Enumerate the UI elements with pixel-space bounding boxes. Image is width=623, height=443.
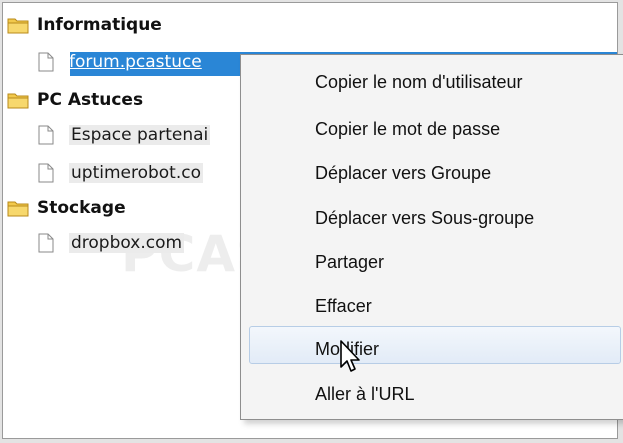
group-label: Informatique bbox=[37, 15, 162, 35]
menu-item-copy-password[interactable]: Copier le mot de passe bbox=[315, 116, 500, 142]
folder-icon bbox=[7, 18, 29, 34]
menu-item-move-to-group[interactable]: Déplacer vers Groupe bbox=[315, 160, 491, 186]
document-icon bbox=[38, 233, 54, 253]
group-pc-astuces[interactable]: PC Astuces bbox=[7, 88, 143, 112]
menu-item-copy-username[interactable]: Copier le nom d'utilisateur bbox=[315, 69, 523, 95]
group-label: Stockage bbox=[37, 198, 126, 218]
menu-hover-highlight bbox=[249, 326, 621, 364]
menu-item-share[interactable]: Partager bbox=[315, 249, 384, 275]
folder-icon bbox=[7, 93, 29, 109]
mouse-cursor-icon bbox=[340, 340, 360, 372]
entry-dropbox[interactable]: dropbox.com bbox=[37, 231, 185, 255]
folder-icon bbox=[7, 201, 29, 217]
entry-label: uptimerobot.co bbox=[69, 163, 203, 183]
context-menu: Copier le nom d'utilisateur Copier le mo… bbox=[240, 54, 623, 420]
entry-espace-partenai[interactable]: Espace partenai bbox=[37, 123, 211, 147]
group-label: PC Astuces bbox=[37, 90, 144, 110]
menu-item-move-to-subgroup[interactable]: Déplacer vers Sous-groupe bbox=[315, 205, 534, 231]
document-icon bbox=[38, 52, 54, 72]
entry-uptimerobot[interactable]: uptimerobot.co bbox=[37, 161, 203, 185]
entry-label: forum.pcastuce bbox=[69, 52, 202, 72]
entry-forum-pcastuce[interactable]: forum.pcastuce bbox=[37, 50, 202, 74]
document-icon bbox=[38, 163, 54, 183]
document-icon bbox=[38, 125, 54, 145]
entry-label: dropbox.com bbox=[69, 233, 185, 253]
group-informatique[interactable]: Informatique bbox=[7, 13, 162, 37]
menu-item-open-url[interactable]: Aller à l'URL bbox=[315, 381, 414, 407]
entry-label: Espace partenai bbox=[69, 125, 211, 145]
menu-item-delete[interactable]: Effacer bbox=[315, 293, 372, 319]
group-stockage[interactable]: Stockage bbox=[7, 196, 126, 220]
